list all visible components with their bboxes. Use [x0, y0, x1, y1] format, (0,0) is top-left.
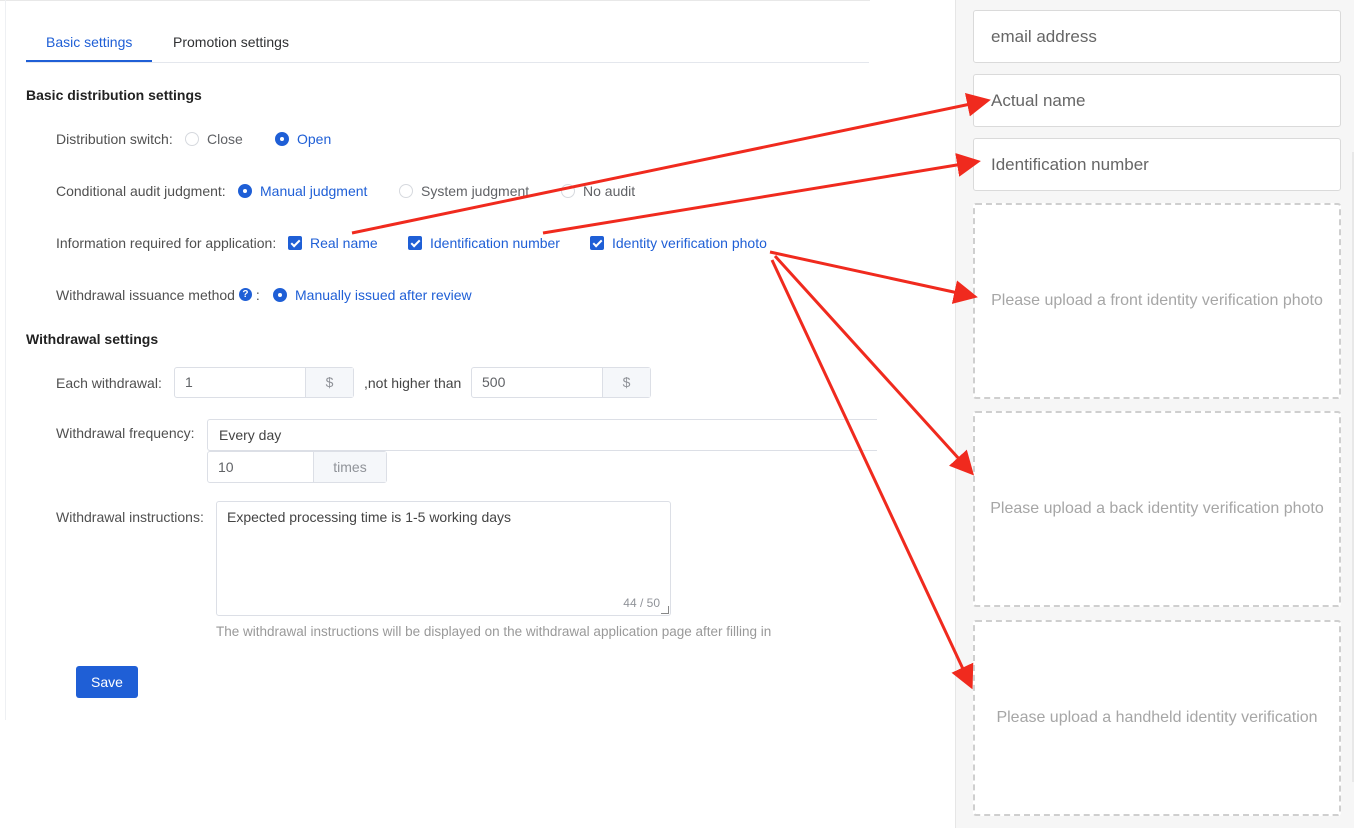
radio-manually-issued[interactable]: Manually issued after review	[273, 285, 472, 305]
not-higher-than-text: ,not higher than	[364, 375, 462, 391]
back-photo-upload[interactable]: Please upload a back identity verificati…	[973, 411, 1341, 607]
audit-judgment-label: Conditional audit judgment:	[56, 183, 226, 199]
front-photo-upload[interactable]: Please upload a front identity verificat…	[973, 203, 1341, 399]
resize-handle-icon[interactable]	[661, 606, 669, 614]
currency-suffix: $	[305, 368, 353, 397]
issuance-method-row: Withdrawal issuance method? : Manually i…	[56, 285, 856, 305]
radio-checked-icon	[273, 288, 287, 302]
each-withdrawal-label: Each withdrawal:	[56, 375, 162, 391]
min-withdrawal-input[interactable]: 1 $	[174, 367, 354, 398]
radio-system-judgment[interactable]: System judgment	[399, 181, 529, 201]
handheld-photo-upload[interactable]: Please upload a handheld identity verifi…	[973, 620, 1341, 816]
info-required-label: Information required for application:	[56, 235, 277, 251]
top-divider	[0, 0, 870, 3]
checkbox-checked-icon	[288, 236, 302, 250]
settings-tabs: Basic settings Promotion settings	[26, 22, 869, 63]
identification-number-field[interactable]: Identification number	[973, 138, 1341, 191]
radio-manual-judgment[interactable]: Manual judgment	[238, 181, 367, 201]
issuance-method-label: Withdrawal issuance method? :	[56, 287, 260, 303]
application-form-preview: email address Actual name Identification…	[955, 0, 1354, 828]
times-suffix: times	[313, 452, 386, 482]
distribution-switch-label: Distribution switch:	[56, 131, 173, 147]
checkbox-checked-icon	[590, 236, 604, 250]
instructions-hint: The withdrawal instructions will be disp…	[216, 624, 772, 639]
character-counter: 44 / 50	[623, 596, 660, 610]
withdrawal-instructions-textarea[interactable]: Expected processing time is 1-5 working …	[216, 501, 671, 616]
checkbox-identity-photo[interactable]: Identity verification photo	[590, 233, 767, 253]
currency-suffix: $	[602, 368, 650, 397]
withdrawal-instructions-label: Withdrawal instructions:	[56, 509, 204, 525]
radio-icon	[185, 132, 199, 146]
settings-panel: Basic settings Promotion settings Basic …	[0, 0, 877, 720]
radio-checked-icon	[238, 184, 252, 198]
section-title-withdrawal: Withdrawal settings	[26, 331, 159, 347]
info-required-row: Information required for application: Re…	[56, 233, 856, 253]
radio-no-audit[interactable]: No audit	[561, 181, 635, 201]
checkbox-checked-icon	[408, 236, 422, 250]
question-circle-icon[interactable]: ?	[238, 288, 252, 301]
checkbox-identification-number[interactable]: Identification number	[408, 233, 560, 253]
left-edge	[0, 0, 6, 720]
active-tab-indicator	[26, 60, 152, 62]
actual-name-field[interactable]: Actual name	[973, 74, 1341, 127]
checkbox-real-name[interactable]: Real name	[288, 233, 378, 253]
tab-basic-settings[interactable]: Basic settings	[46, 22, 132, 63]
withdrawal-frequency-label: Withdrawal frequency:	[56, 425, 195, 441]
frequency-period-select[interactable]: Every day	[207, 419, 877, 451]
audit-judgment-row: Conditional audit judgment: Manual judgm…	[56, 181, 856, 201]
email-address-field[interactable]: email address	[973, 10, 1341, 63]
max-withdrawal-input[interactable]: 500 $	[471, 367, 651, 398]
radio-icon	[561, 184, 575, 198]
radio-icon	[399, 184, 413, 198]
withdrawal-instructions-row: Withdrawal instructions:	[56, 507, 216, 527]
frequency-count-input[interactable]: 10 times	[207, 451, 387, 483]
radio-close[interactable]: Close	[185, 129, 243, 149]
withdrawal-frequency-row: Withdrawal frequency:	[56, 423, 216, 443]
distribution-switch-row: Distribution switch: Close Open	[56, 129, 856, 149]
section-title-basic: Basic distribution settings	[26, 87, 202, 103]
radio-open[interactable]: Open	[275, 129, 331, 149]
save-button[interactable]: Save	[76, 666, 138, 698]
radio-checked-icon	[275, 132, 289, 146]
tab-promotion-settings[interactable]: Promotion settings	[173, 22, 289, 63]
